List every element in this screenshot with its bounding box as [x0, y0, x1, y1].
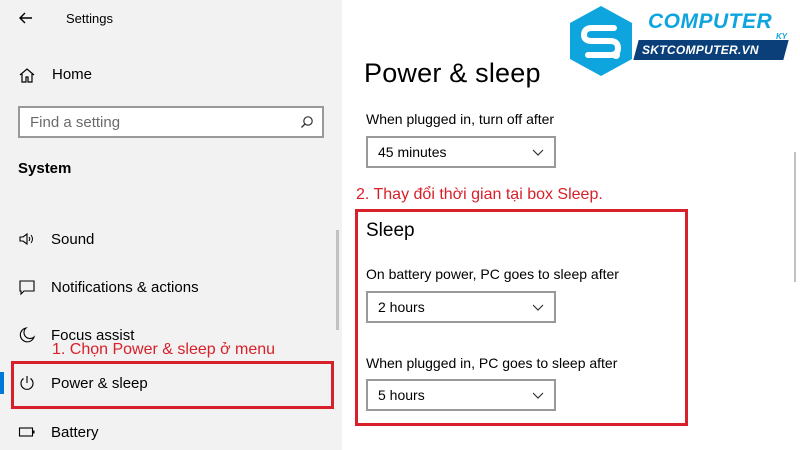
logo-url: SKTCOMPUTER.VN — [642, 43, 759, 57]
sidebar-item-home[interactable]: Home — [18, 64, 318, 88]
home-label: Home — [52, 66, 93, 83]
search-box[interactable] — [18, 106, 324, 138]
arrow-left-icon — [19, 12, 32, 24]
annotation-step1: 1. Chọn Power & sleep ở menu — [52, 341, 276, 358]
speaker-icon — [19, 232, 33, 246]
screen-off-label: When plugged in, turn off after — [366, 111, 555, 127]
back-button[interactable] — [14, 7, 38, 29]
annotation-box-power-sleep — [11, 361, 334, 409]
search-icon[interactable] — [300, 115, 314, 129]
home-icon — [19, 68, 35, 83]
battery-icon — [18, 427, 35, 437]
app-title: Settings — [66, 11, 113, 26]
sidebar-scrollbar[interactable] — [336, 230, 339, 330]
sidebar-item-label: Sound — [51, 231, 95, 248]
sidebar-item-sound[interactable]: Sound — [18, 226, 328, 254]
sidebar-item-notifications[interactable]: Notifications & actions — [18, 274, 328, 302]
annotation-box-sleep — [355, 209, 688, 426]
section-title: System — [18, 160, 72, 177]
title-bar: Settings — [0, 0, 342, 38]
sidebar-item-label: Battery — [51, 424, 99, 441]
logo-hexagon-icon — [570, 6, 632, 76]
chevron-down-icon — [532, 149, 544, 156]
logo: COMPUTER KY SKTCOMPUTER.VN — [566, 2, 798, 82]
moon-icon — [19, 327, 36, 343]
selected-indicator — [0, 372, 4, 394]
screen-off-dropdown[interactable]: 45 minutes — [366, 136, 556, 168]
message-icon — [19, 280, 35, 296]
sidebar-item-battery[interactable]: Battery — [18, 419, 328, 447]
sidebar-item-label: Notifications & actions — [51, 279, 199, 296]
search-input[interactable] — [30, 113, 280, 131]
main-scrollbar[interactable] — [794, 152, 796, 282]
logo-wordmark: COMPUTER — [648, 10, 773, 33]
annotation-step2: 2. Thay đổi thời gian tại box Sleep. — [356, 186, 603, 203]
dropdown-value: 45 minutes — [378, 144, 447, 160]
page-title: Power & sleep — [364, 58, 541, 88]
